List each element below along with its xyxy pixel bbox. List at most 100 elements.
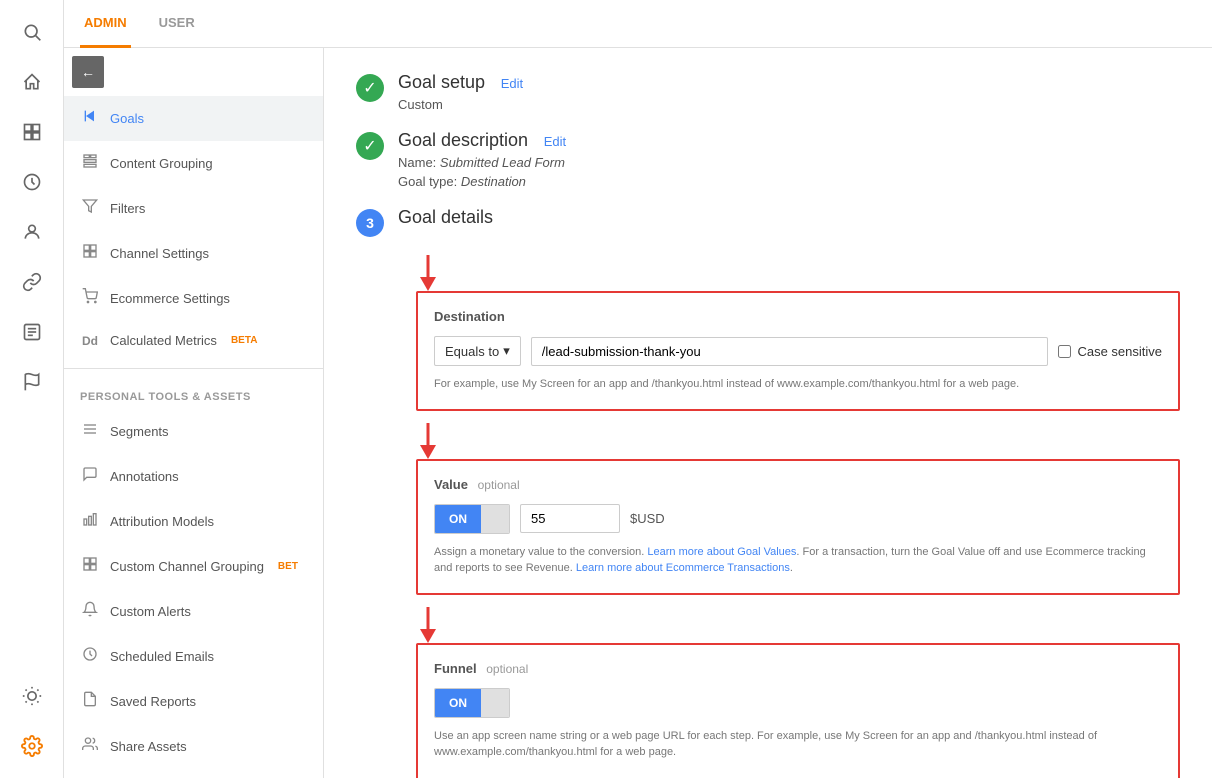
- col-screen-page: Screen/Page: [755, 773, 1024, 778]
- value-amount-input[interactable]: [520, 504, 620, 533]
- red-arrow-2: [416, 423, 440, 459]
- annotations-icon: [80, 466, 100, 487]
- calculated-metrics-icon: Dd: [80, 334, 100, 348]
- case-sensitive-label: Case sensitive: [1077, 344, 1162, 359]
- sidebar-item-attribution-models[interactable]: Attribution Models: [64, 499, 323, 544]
- step1-content: Goal setup Edit Custom: [398, 72, 523, 112]
- goals-icon: [80, 108, 100, 129]
- report-icon[interactable]: [10, 310, 54, 354]
- step1-check-icon: ✓: [356, 74, 384, 102]
- sidebar-item-share-assets[interactable]: Share Assets: [64, 724, 323, 769]
- sidebar-item-content-grouping[interactable]: Content Grouping: [64, 141, 323, 186]
- case-sensitive-row: Case sensitive: [1058, 344, 1162, 359]
- funnel-hint: Use an app screen name string or a web p…: [434, 728, 1162, 761]
- red-arrow-1: [416, 255, 440, 291]
- step2-content: Goal description Edit Name: Submitted Le…: [398, 130, 566, 189]
- search-icon[interactable]: [10, 10, 54, 54]
- value-hint: Assign a monetary value to the conversio…: [434, 544, 1162, 577]
- share-assets-icon: [80, 736, 100, 757]
- value-label: Value optional: [434, 477, 1162, 492]
- step2-meta-type: Goal type: Destination: [398, 174, 566, 189]
- tab-user[interactable]: USER: [155, 0, 199, 48]
- goal-name-value: Submitted Lead Form: [440, 155, 565, 170]
- filters-icon: [80, 198, 100, 219]
- value-toggle[interactable]: ON: [434, 504, 510, 534]
- settings-icon[interactable]: [10, 724, 54, 768]
- destination-box: Destination Equals to ▾ Case sensitive F…: [416, 291, 1180, 411]
- step2-edit-link[interactable]: Edit: [544, 134, 566, 149]
- sidebar-item-annotations[interactable]: Annotations: [64, 454, 323, 499]
- funnel-toggle-on[interactable]: ON: [435, 689, 481, 717]
- step2-check-icon: ✓: [356, 132, 384, 160]
- col-required: Required?: [1024, 773, 1162, 778]
- lightbulb-icon[interactable]: [10, 674, 54, 718]
- sidebar-item-custom-channel-grouping[interactable]: Custom Channel Grouping BET: [64, 544, 323, 589]
- flag-icon[interactable]: [10, 360, 54, 404]
- attribution-icon: [80, 511, 100, 532]
- custom-alerts-icon: [80, 601, 100, 622]
- ecommerce-icon: [80, 288, 100, 309]
- value-toggle-on[interactable]: ON: [435, 505, 481, 533]
- goal-setup-step: ✓ Goal setup Edit Custom: [356, 72, 1180, 112]
- goal-description-title: Goal description: [398, 130, 528, 150]
- col-name: Name: [486, 773, 755, 778]
- col-step: Step: [434, 773, 486, 778]
- main-panel: ✓ Goal setup Edit Custom ✓ Goal descript…: [324, 48, 1212, 778]
- content-grouping-icon: [80, 153, 100, 174]
- link-icon[interactable]: [10, 260, 54, 304]
- sidebar-item-scheduled-emails[interactable]: Scheduled Emails: [64, 634, 323, 679]
- ecommerce-transactions-link[interactable]: Learn more about Ecommerce Transactions: [576, 562, 790, 574]
- sidebar-item-calculated-metrics[interactable]: Dd Calculated Metrics BETA: [64, 321, 323, 360]
- sidebar-item-segments[interactable]: Segments: [64, 409, 323, 454]
- value-box: Value optional ON $USD Assign a monetary…: [416, 459, 1180, 595]
- secondary-sidebar: ← Goals Content Grouping Filters: [64, 48, 324, 778]
- funnel-toggle-off[interactable]: [481, 689, 509, 717]
- sidebar-item-channel-settings[interactable]: Channel Settings: [64, 231, 323, 276]
- step3-num-icon: 3: [356, 209, 384, 237]
- value-toggle-off[interactable]: [481, 505, 509, 533]
- value-toggle-row: ON $USD: [434, 504, 1162, 534]
- funnel-label: Funnel optional: [434, 661, 1162, 676]
- top-nav: ADMIN USER: [64, 0, 1212, 48]
- goal-details-step: 3 Goal details: [356, 207, 1180, 237]
- sidebar-item-saved-reports[interactable]: Saved Reports: [64, 679, 323, 724]
- destination-url-input[interactable]: [531, 337, 1049, 366]
- sidebar-item-filters[interactable]: Filters: [64, 186, 323, 231]
- segments-icon: [80, 421, 100, 442]
- dashboard-icon[interactable]: [10, 110, 54, 154]
- step1-edit-link[interactable]: Edit: [501, 76, 523, 91]
- back-button[interactable]: ←: [72, 56, 104, 88]
- goal-setup-title: Goal setup: [398, 72, 485, 92]
- destination-hint: For example, use My Screen for an app an…: [434, 376, 1162, 393]
- goal-values-link[interactable]: Learn more about Goal Values: [647, 546, 796, 558]
- icon-sidebar: [0, 0, 64, 778]
- sidebar-item-goals[interactable]: Goals: [64, 96, 323, 141]
- goal-description-step: ✓ Goal description Edit Name: Submitted …: [356, 130, 1180, 189]
- main-area: ADMIN USER ← Goals Content Grouping: [64, 0, 1212, 778]
- case-sensitive-checkbox[interactable]: [1058, 345, 1071, 358]
- sidebar-item-custom-alerts[interactable]: Custom Alerts: [64, 589, 323, 634]
- funnel-box: Funnel optional ON Use an app screen nam…: [416, 643, 1180, 778]
- step2-meta-name: Name: Submitted Lead Form: [398, 155, 566, 170]
- personal-tools-label: PERSONAL TOOLS & ASSETS: [64, 377, 323, 409]
- beta-badge: BETA: [231, 335, 257, 346]
- funnel-toggle[interactable]: ON: [434, 688, 510, 718]
- home-icon[interactable]: [10, 60, 54, 104]
- person-icon[interactable]: [10, 210, 54, 254]
- destination-label: Destination: [434, 309, 1162, 324]
- clock-icon[interactable]: [10, 160, 54, 204]
- goal-details-title: Goal details: [398, 207, 493, 227]
- content-row: ← Goals Content Grouping Filters: [64, 48, 1212, 778]
- currency-label: $USD: [630, 511, 665, 526]
- bet-badge: BET: [278, 561, 298, 572]
- channel-settings-icon: [80, 243, 100, 264]
- destination-row: Equals to ▾ Case sensitive: [434, 336, 1162, 366]
- step3-content: Goal details: [398, 207, 1180, 228]
- sidebar-item-ecommerce-settings[interactable]: Ecommerce Settings: [64, 276, 323, 321]
- match-type-dropdown[interactable]: Equals to ▾: [434, 336, 521, 366]
- funnel-table: Step Name Screen/Page Required? 1: [434, 773, 1162, 778]
- funnel-toggle-row: ON: [434, 688, 1162, 718]
- tab-admin[interactable]: ADMIN: [80, 0, 131, 48]
- saved-reports-icon: [80, 691, 100, 712]
- red-arrow-3: [416, 607, 440, 643]
